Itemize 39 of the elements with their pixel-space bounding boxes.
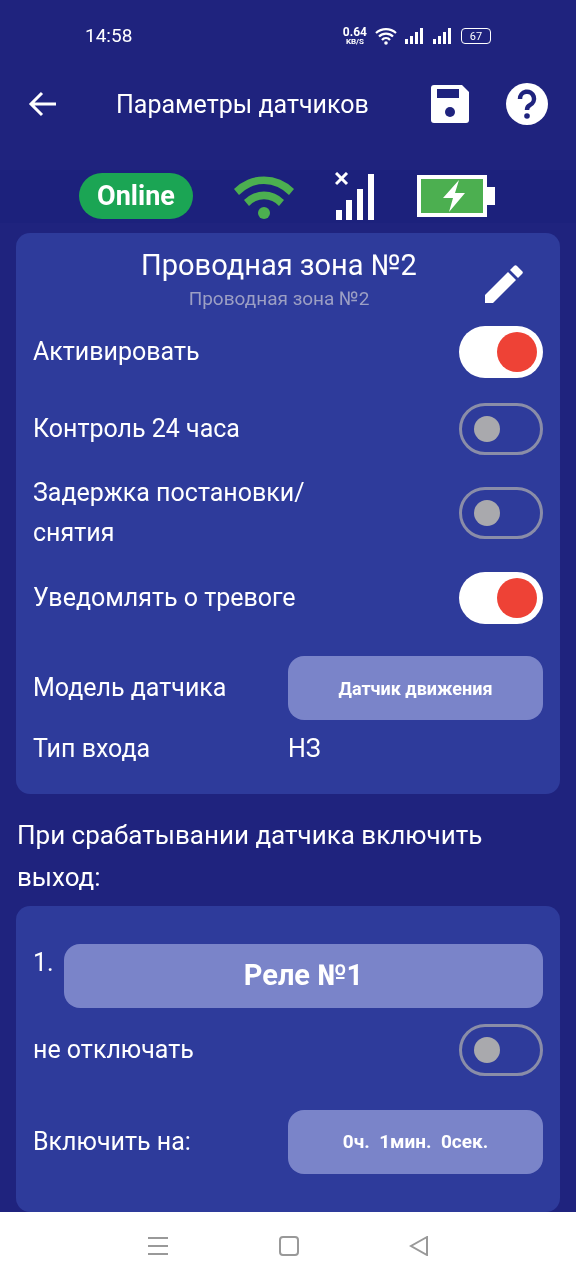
network-speed: 0.64 xyxy=(342,26,367,39)
output-number: 1. xyxy=(33,947,55,980)
edit-pencil-icon[interactable] xyxy=(485,265,523,304)
status-time: 14:58 xyxy=(85,23,133,50)
setting-label: Задержка постановки/ снятия xyxy=(33,477,306,550)
battery-status: 67 xyxy=(461,28,491,45)
setting-label: Контроль 24 часа xyxy=(33,412,240,445)
relay-button[interactable]: Реле №1 xyxy=(64,944,543,1009)
zone-subtitle: Проводная зона №2 xyxy=(188,286,370,313)
home-square-icon[interactable] xyxy=(279,1236,299,1257)
battery-charging-icon xyxy=(417,175,497,218)
toggle-switch[interactable] xyxy=(459,571,543,624)
keep-on-label: не отключать xyxy=(33,1034,194,1067)
screen-title: Параметры датчиков xyxy=(116,88,369,121)
input-type-label: Тип входа xyxy=(33,733,152,766)
wifi-status-icon xyxy=(375,27,397,46)
output-heading: При срабатывании датчика включить выход: xyxy=(16,819,484,895)
save-icon[interactable] xyxy=(431,85,469,124)
menu-icon[interactable] xyxy=(147,1236,169,1257)
sensor-model-button[interactable]: Датчик движения xyxy=(288,656,543,721)
toggle-switch[interactable] xyxy=(459,1024,543,1077)
back-arrow-icon[interactable] xyxy=(28,91,58,118)
cell-signal-icon xyxy=(433,28,453,45)
cell-signal-icon xyxy=(405,28,425,45)
setting-label: Активировать xyxy=(33,335,200,368)
setting-label: Уведомлять о тревоге xyxy=(33,581,296,614)
toggle-switch[interactable] xyxy=(459,487,543,540)
online-badge: Online xyxy=(79,173,193,220)
back-triangle-icon[interactable] xyxy=(409,1236,429,1257)
help-icon[interactable] xyxy=(506,83,548,126)
wifi-icon xyxy=(231,173,297,220)
toggle-switch[interactable] xyxy=(459,325,543,378)
duration-label: Включить на: xyxy=(33,1126,192,1159)
zone-title: Проводная зона №2 xyxy=(141,247,417,285)
toggle-switch[interactable] xyxy=(459,402,543,455)
input-type-value: НЗ xyxy=(288,733,321,766)
network-speed-unit: KB/S xyxy=(345,38,364,47)
model-label: Модель датчика xyxy=(33,672,228,705)
duration-button[interactable]: 0ч. 1мин. 0сек. xyxy=(288,1110,543,1175)
